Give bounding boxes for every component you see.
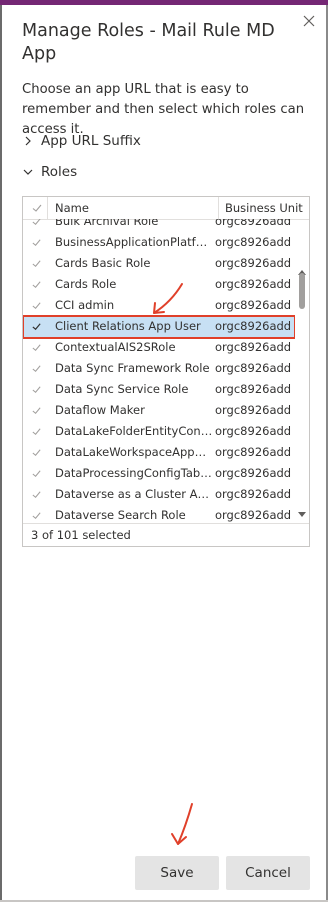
table-row[interactable]: Dataverse as a Cluster App R... orgc8926…: [23, 484, 295, 505]
row-check-icon[interactable]: [31, 258, 42, 269]
scroll-down-arrow-icon[interactable]: [298, 510, 306, 518]
table-row-selected[interactable]: Client Relations App User orgc8926add: [23, 315, 295, 339]
row-name: Cards Basic Role: [55, 256, 151, 270]
row-check-icon[interactable]: [31, 447, 42, 458]
row-check-icon[interactable]: [31, 279, 42, 290]
chevron-down-icon: [23, 169, 33, 175]
table-row[interactable]: DataLakeFolderEntityContrib... orgc8926a…: [23, 421, 295, 442]
row-name: Dataverse Search Role: [55, 508, 186, 522]
row-check-icon[interactable]: [31, 237, 42, 248]
row-check-icon[interactable]: [31, 300, 42, 311]
table-row[interactable]: CCI admin orgc8926add: [23, 295, 295, 316]
scrollbar-thumb[interactable]: [299, 273, 305, 309]
row-name: Data Sync Framework Role: [55, 361, 210, 375]
row-check-icon[interactable]: [31, 219, 42, 227]
row-business-unit: orgc8926add: [215, 235, 291, 249]
row-check-icon[interactable]: [31, 426, 42, 437]
section-roles-label: Roles: [41, 164, 78, 180]
rows-list: Bulk Archival Role orgc8926add BusinessA…: [23, 219, 295, 522]
grid-scrollbar[interactable]: [295, 219, 309, 522]
table-row[interactable]: Cards Basic Role orgc8926add: [23, 253, 295, 274]
dialog-title: Manage Roles - Mail Rule MD App: [22, 21, 275, 64]
chevron-right-icon: [25, 136, 31, 146]
top-accent-bar: [0, 0, 328, 5]
row-business-unit: orgc8926add: [215, 466, 291, 480]
row-business-unit: orgc8926add: [215, 403, 291, 417]
close-button[interactable]: [300, 12, 318, 30]
column-divider: [218, 197, 219, 219]
row-business-unit: orgc8926add: [215, 508, 291, 522]
column-divider: [47, 197, 48, 219]
grid-footer: 3 of 101 selected: [23, 523, 309, 547]
table-row[interactable]: Data Sync Framework Role orgc8926add: [23, 358, 295, 379]
row-business-unit: orgc8926add: [215, 340, 291, 354]
rows-viewport: Bulk Archival Role orgc8926add BusinessA…: [23, 219, 295, 522]
cancel-button[interactable]: Cancel: [226, 856, 310, 890]
grid-header: Name Business Unit: [23, 197, 309, 220]
row-name: Dataverse as a Cluster App R...: [55, 487, 213, 501]
row-business-unit: orgc8926add: [215, 277, 291, 291]
row-check-icon[interactable]: [31, 384, 42, 395]
row-business-unit: orgc8926add: [215, 219, 291, 228]
row-check-icon[interactable]: [31, 342, 42, 353]
row-name: ContextualAIS2SRole: [55, 340, 176, 354]
row-name: BusinessApplicationPlatformR...: [55, 235, 213, 249]
row-name: CCI admin: [55, 298, 115, 312]
table-row[interactable]: Cards Role orgc8926add: [23, 274, 295, 295]
table-row[interactable]: Dataflow Maker orgc8926add: [23, 400, 295, 421]
column-header-name[interactable]: Name: [55, 201, 89, 215]
select-all-check-icon[interactable]: [31, 202, 43, 214]
row-business-unit: orgc8926add: [215, 424, 291, 438]
table-row[interactable]: Bulk Archival Role orgc8926add: [23, 219, 295, 232]
annotation-arrow-icon: [171, 803, 193, 845]
close-icon: [303, 15, 315, 27]
section-app-url-suffix-label: App URL Suffix: [41, 133, 141, 149]
left-border: [0, 5, 2, 902]
table-row[interactable]: ContextualAIS2SRole orgc8926add: [23, 337, 295, 358]
row-business-unit: orgc8926add: [215, 487, 291, 501]
row-check-icon[interactable]: [31, 363, 42, 374]
table-row[interactable]: DataLakeWorkspaceAppAccess orgc8926add: [23, 442, 295, 463]
table-row[interactable]: Data Sync Service Role orgc8926add: [23, 379, 295, 400]
row-name: DataLakeWorkspaceAppAccess: [55, 445, 213, 459]
row-name: Dataflow Maker: [55, 403, 145, 417]
row-business-unit: orgc8926add: [215, 361, 291, 375]
row-name: DataProcessingConfigTableA...: [55, 466, 213, 480]
row-check-icon[interactable]: [31, 468, 42, 479]
section-app-url-suffix[interactable]: App URL Suffix: [22, 130, 141, 152]
row-name: Bulk Archival Role: [55, 219, 159, 228]
row-business-unit: orgc8926add: [215, 298, 291, 312]
table-row[interactable]: DataProcessingConfigTableA... orgc8926ad…: [23, 463, 295, 484]
roles-grid: Name Business Unit Bulk Archival Role or…: [22, 196, 310, 547]
table-row[interactable]: BusinessApplicationPlatformR... orgc8926…: [23, 232, 295, 253]
section-roles[interactable]: Roles: [22, 161, 77, 183]
row-name: DataLakeFolderEntityContrib...: [55, 424, 213, 438]
save-button[interactable]: Save: [135, 856, 219, 890]
row-name: Client Relations App User: [55, 319, 201, 333]
selection-count: 3 of 101 selected: [31, 528, 131, 542]
row-business-unit: orgc8926add: [215, 382, 291, 396]
table-row[interactable]: Dataverse Search Role orgc8926add: [23, 505, 295, 522]
column-header-business-unit[interactable]: Business Unit: [225, 201, 303, 215]
row-check-icon[interactable]: [31, 405, 42, 416]
row-business-unit: orgc8926add: [215, 319, 291, 333]
row-name: Cards Role: [55, 277, 117, 291]
row-business-unit: orgc8926add: [215, 445, 291, 459]
row-check-icon[interactable]: [31, 510, 42, 521]
row-name: Data Sync Service Role: [55, 382, 189, 396]
row-check-icon[interactable]: [31, 321, 42, 332]
row-business-unit: orgc8926add: [215, 256, 291, 270]
row-check-icon[interactable]: [31, 489, 42, 500]
